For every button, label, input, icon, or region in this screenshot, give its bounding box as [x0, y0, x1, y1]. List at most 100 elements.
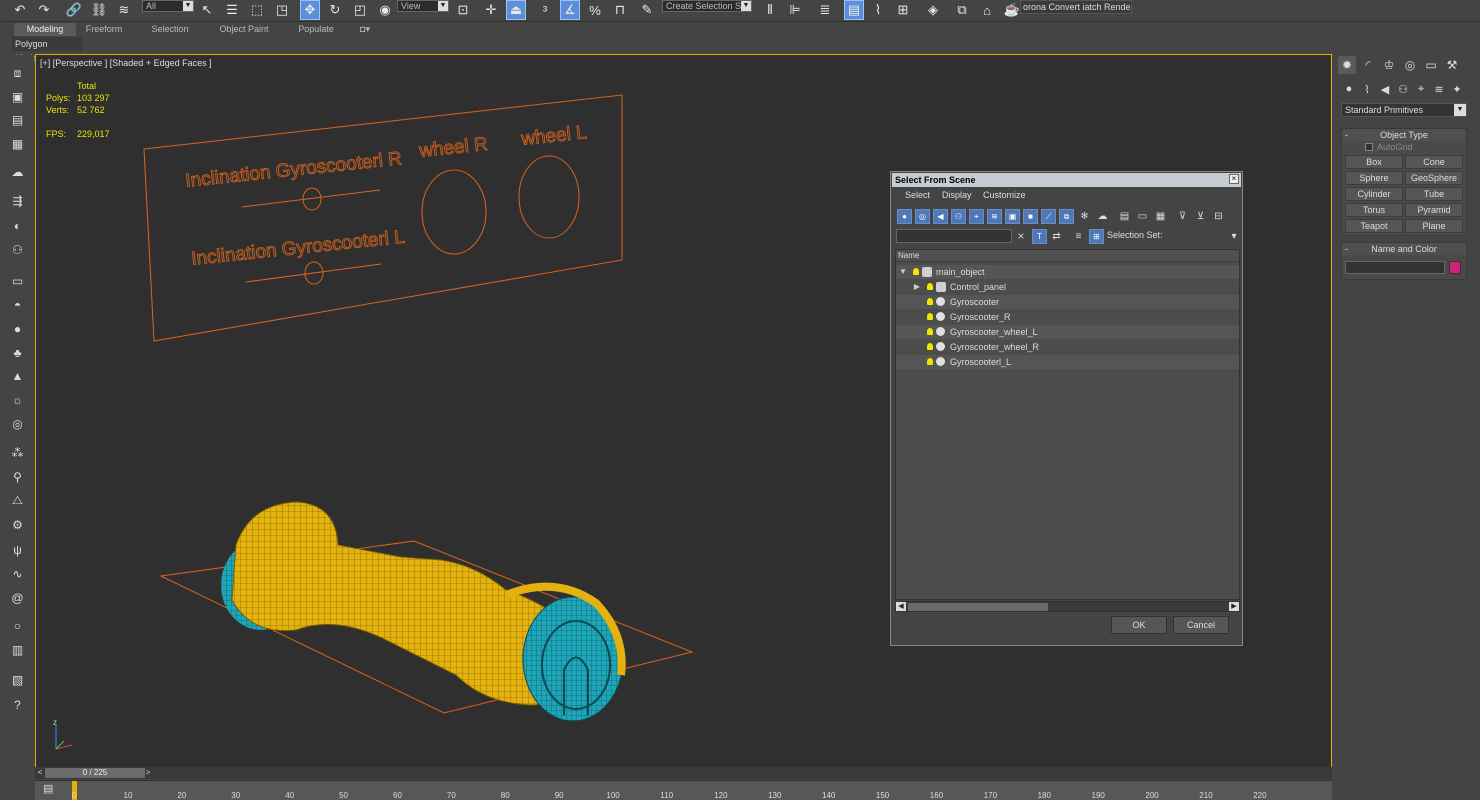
hair-icon[interactable]: ∿	[9, 565, 26, 582]
cylinder-button[interactable]: Cylinder	[1345, 187, 1403, 201]
script-icon[interactable]: ▧	[9, 671, 26, 688]
selection-set-label[interactable]: Selection Set:	[1107, 230, 1163, 240]
create-image-icon[interactable]: ▣	[9, 88, 26, 105]
time-next-icon[interactable]: >	[143, 768, 153, 778]
dialog-title-bar[interactable]: Select From Scene ×	[892, 173, 1241, 187]
ribbon-polygon-modeling[interactable]: Polygon Modeling	[12, 37, 82, 63]
particles-icon[interactable]: ⁂	[9, 444, 26, 461]
systems-icon[interactable]: ✦	[1449, 81, 1465, 97]
filter-helpers-icon[interactable]: ⌖	[969, 209, 984, 224]
spinner-snap-icon[interactable]: ⊓	[610, 0, 630, 20]
tab-freeform[interactable]: Freeform	[76, 23, 132, 36]
horizontal-scrollbar[interactable]: ◀ ▶	[895, 601, 1240, 612]
sync-selection-icon[interactable]: ⇄	[1049, 229, 1064, 244]
helper-icon[interactable]: ⇶	[9, 192, 26, 209]
ref-coord-dropdown[interactable]: View ▼	[397, 0, 449, 12]
dome-icon[interactable]: ◓	[9, 296, 26, 313]
autogrid-checkbox[interactable]: AutoGrid	[1365, 142, 1413, 152]
filter-bones-icon[interactable]: ⟋	[1041, 209, 1056, 224]
ok-button[interactable]: OK	[1111, 616, 1167, 634]
keyboard-shortcut-override-icon[interactable]: ⏏	[506, 0, 526, 20]
tree-row[interactable]: Gyroscooter_R	[896, 310, 1239, 324]
filter-containers-icon[interactable]: ⧉	[1059, 209, 1074, 224]
edit-named-sets-icon[interactable]: ✎	[637, 0, 657, 20]
create-shape-icon[interactable]: ⧈	[9, 65, 26, 82]
percent-snap-icon[interactable]: %	[585, 0, 605, 20]
library-icon[interactable]: ▥	[9, 641, 26, 658]
schematic-view-icon[interactable]: ⊞	[893, 0, 913, 20]
object-type-header[interactable]: - Object Type	[1342, 129, 1466, 141]
link-icon[interactable]: 🔗	[64, 0, 84, 20]
disc-icon[interactable]: ◎	[9, 415, 26, 432]
sun-icon[interactable]: ☼	[9, 391, 26, 408]
name-color-header[interactable]: - Name and Color	[1342, 243, 1466, 255]
unlink-icon[interactable]: ⛓	[89, 0, 109, 20]
filter-icon[interactable]: ⊽	[1175, 209, 1190, 224]
help-icon[interactable]: ?	[9, 696, 26, 713]
spring-icon[interactable]: @	[9, 589, 26, 606]
render-teapot-icon[interactable]: ☕	[1002, 0, 1022, 20]
hierarchy-tab-icon[interactable]: ♔	[1380, 56, 1398, 74]
filter-shapes-icon[interactable]: ◎	[915, 209, 930, 224]
half-sphere-icon[interactable]: ◐	[9, 217, 26, 234]
filter-frozen-icon[interactable]: ❄	[1077, 209, 1092, 224]
select-rotate-icon[interactable]: ↻	[325, 0, 345, 20]
tree-row[interactable]: Gyroscooter_wheel_L	[896, 325, 1239, 339]
dialog-search-input[interactable]	[896, 229, 1012, 243]
tab-selection[interactable]: Selection	[142, 23, 198, 36]
menu-display[interactable]: Display	[942, 190, 972, 200]
display-invert-icon[interactable]: ▦	[1153, 209, 1168, 224]
hierarchy-mode-icon[interactable]: ⊞	[1089, 229, 1104, 244]
tree-row[interactable]: Gyroscooterl_L	[896, 355, 1239, 369]
time-slider[interactable]: < 0 / 225 >	[35, 767, 1332, 779]
menu-customize[interactable]: Customize	[983, 190, 1026, 200]
ribbon-options-icon[interactable]: ◘▾	[354, 23, 376, 36]
control-panel-object[interactable]: Inclination Gyroscooterl R Inclination G…	[143, 94, 623, 342]
cancel-button[interactable]: Cancel	[1173, 616, 1229, 634]
tree-row[interactable]: ▶ Control_panel	[896, 280, 1239, 294]
plant-icon[interactable]: ♣	[9, 344, 26, 361]
collapse-arrow-icon[interactable]: ▶	[912, 280, 922, 294]
object-name-field[interactable]	[1345, 261, 1445, 274]
light-icon[interactable]: ☁	[9, 163, 26, 180]
expand-arrow-icon[interactable]: ▼	[898, 265, 908, 279]
align-icon[interactable]: ⊫	[785, 0, 805, 20]
track-bar-icon[interactable]: ▤	[43, 782, 57, 796]
time-prev-icon[interactable]: <	[35, 768, 45, 778]
tree-row[interactable]: Gyroscooter	[896, 295, 1239, 309]
selection-filter-dropdown[interactable]: All ▼	[142, 0, 194, 12]
spacewarps-icon[interactable]: ≋	[1431, 81, 1447, 97]
filter-geometry-icon[interactable]: ●	[897, 209, 912, 224]
selection-set-dropdown-icon[interactable]: ▾	[1230, 229, 1238, 244]
select-place-icon[interactable]: ◉	[375, 0, 395, 20]
scene-tree-list[interactable]: Name ▼ main_object ▶ Control_panel Gyros…	[895, 249, 1240, 600]
redo-icon[interactable]: ↷	[34, 0, 54, 20]
plane-button[interactable]: Plane	[1405, 219, 1463, 233]
window-crossing-icon[interactable]: ◳	[272, 0, 292, 20]
tab-object-paint[interactable]: Object Paint	[210, 23, 278, 36]
helpers-icon[interactable]: ⌖	[1413, 81, 1429, 97]
column-header-name[interactable]: Name	[896, 250, 1239, 262]
tube-button[interactable]: Tube	[1405, 187, 1463, 201]
filter-lights-icon[interactable]: ◀	[933, 209, 948, 224]
scroll-left-icon[interactable]: ◀	[896, 602, 906, 611]
toggle-ribbon-icon[interactable]: ▤	[844, 0, 864, 20]
close-icon[interactable]: ×	[1229, 174, 1239, 184]
render-setup-icon[interactable]: ⧉	[952, 0, 972, 20]
corona-toolbar-label[interactable]: orona Convert iatch Render...	[1020, 0, 1132, 14]
layers-icon[interactable]: ≡	[1071, 229, 1086, 244]
object-color-swatch[interactable]	[1449, 261, 1461, 274]
modify-tab-icon[interactable]: ◜	[1359, 56, 1377, 74]
track-bar[interactable]	[35, 780, 1332, 800]
menu-select[interactable]: Select	[905, 190, 930, 200]
box-button[interactable]: Box	[1345, 155, 1403, 169]
filter-options-icon[interactable]: ⊻	[1193, 209, 1208, 224]
grass-icon[interactable]: ψ	[9, 541, 26, 558]
white-sphere-icon[interactable]: ○	[9, 617, 26, 634]
pyramid-button[interactable]: Pyramid	[1405, 203, 1463, 217]
cone-button[interactable]: Cone	[1405, 155, 1463, 169]
camera-icon[interactable]: ⚇	[9, 241, 26, 258]
primitive-type-dropdown[interactable]: Standard Primitives ▼	[1341, 103, 1467, 117]
select-by-name-icon[interactable]: ☰	[222, 0, 242, 20]
tree-row[interactable]: Gyroscooter_wheel_R	[896, 340, 1239, 354]
